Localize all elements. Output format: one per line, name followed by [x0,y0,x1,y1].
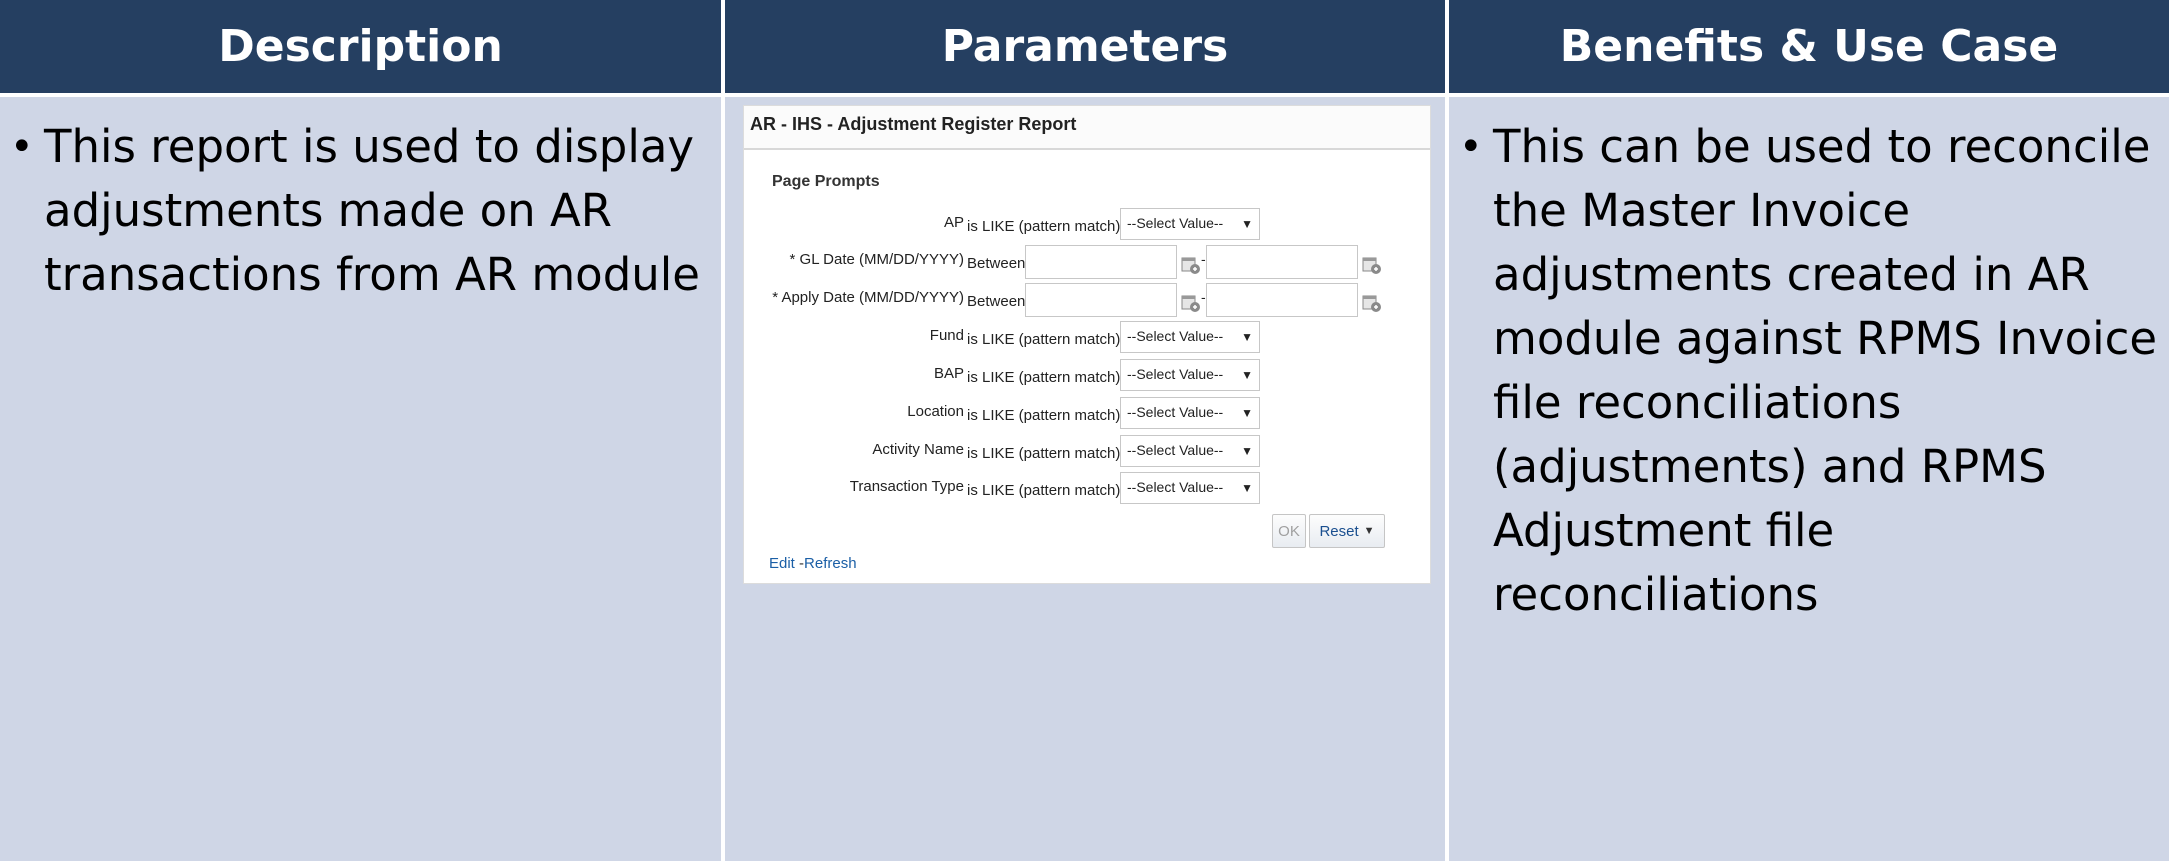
benefits-text: This can be used to reconcile the Master… [1493,120,2158,621]
refresh-link[interactable]: Refresh [804,555,857,572]
fund-select[interactable]: --Select Value-- ▼ [1120,321,1260,353]
ok-button[interactable]: OK [1272,514,1306,548]
report-prompts-panel: AR - IHS - Adjustment Register Report Pa… [743,105,1431,584]
select-value: --Select Value-- [1127,442,1224,458]
prompt-label: BAP [933,365,964,382]
range-dash: - [1201,251,1206,267]
calendar-icon[interactable] [1181,255,1201,275]
prompt-label: Transaction Type [849,478,964,495]
activity-name-select[interactable]: --Select Value-- ▼ [1120,435,1260,467]
prompt-operator: Between [967,293,1026,310]
report-title: AR - IHS - Adjustment Register Report [744,106,1430,150]
prompt-row-activity-name: Activity Name is LIKE (pattern match) --… [744,435,1432,469]
dropdown-arrow-icon: ▼ [1241,406,1253,420]
apply-date-from-input[interactable] [1025,283,1177,317]
prompt-operator: is LIKE (pattern match) [967,445,1121,462]
ap-select[interactable]: --Select Value-- ▼ [1120,208,1260,240]
dropdown-arrow-icon: ▼ [1241,444,1253,458]
range-dash: - [1201,289,1206,305]
edit-link[interactable]: Edit [769,555,795,572]
prompt-operator: is LIKE (pattern match) [967,407,1121,424]
header-parameters: Parameters [725,0,1445,93]
select-value: --Select Value-- [1127,404,1224,420]
report-links: Edit -Refresh [769,555,857,572]
transaction-type-select[interactable]: --Select Value-- ▼ [1120,472,1260,504]
prompt-row-ap: AP is LIKE (pattern match) --Select Valu… [744,208,1432,242]
reset-label: Reset [1319,522,1359,540]
prompt-label: Location [907,403,964,420]
select-value: --Select Value-- [1127,328,1224,344]
description-bullet: • This report is used to display adjustm… [10,115,721,307]
prompt-row-fund: Fund is LIKE (pattern match) --Select Va… [744,321,1432,355]
prompt-row-gl-date: * GL Date (MM/DD/YYYY) Between - [744,245,1432,279]
dropdown-arrow-icon: ▼ [1241,368,1253,382]
prompt-label: * GL Date (MM/DD/YYYY) [789,251,964,268]
description-list: • This report is used to display adjustm… [0,97,721,307]
prompt-operator: is LIKE (pattern match) [967,331,1121,348]
bullet-icon: • [10,124,34,170]
prompt-row-transaction-type: Transaction Type is LIKE (pattern match)… [744,472,1432,506]
benefits-list: • This can be used to reconcile the Mast… [1449,97,2169,627]
select-value: --Select Value-- [1127,366,1224,382]
benefits-cell: • This can be used to reconcile the Mast… [1449,97,2169,861]
location-select[interactable]: --Select Value-- ▼ [1120,397,1260,429]
header-description: Description [0,0,721,93]
prompt-label: * Apply Date (MM/DD/YYYY) [772,289,964,306]
benefits-bullet: • This can be used to reconcile the Mast… [1459,115,2169,627]
header-benefits: Benefits & Use Case [1449,0,2169,93]
gl-date-from-input[interactable] [1025,245,1177,279]
bullet-icon: • [1459,124,1483,170]
calendar-icon[interactable] [1362,293,1382,313]
prompt-operator: Between [967,255,1026,272]
description-text: This report is used to display adjustmen… [44,120,700,301]
prompt-label: Activity Name [872,441,964,458]
reset-button[interactable]: Reset ▼ [1309,514,1385,548]
bap-select[interactable]: --Select Value-- ▼ [1120,359,1260,391]
prompt-row-bap: BAP is LIKE (pattern match) --Select Val… [744,359,1432,393]
prompt-operator: is LIKE (pattern match) [967,482,1121,499]
prompt-row-location: Location is LIKE (pattern match) --Selec… [744,397,1432,431]
select-value: --Select Value-- [1127,215,1224,231]
apply-date-to-input[interactable] [1206,283,1358,317]
prompt-operator: is LIKE (pattern match) [967,218,1121,235]
calendar-icon[interactable] [1362,255,1382,275]
prompt-row-apply-date: * Apply Date (MM/DD/YYYY) Between - [744,283,1432,317]
dropdown-arrow-icon: ▼ [1241,330,1253,344]
page-prompts-heading: Page Prompts [772,173,880,190]
prompt-label: AP [943,214,964,231]
select-value: --Select Value-- [1127,479,1224,495]
prompt-operator: is LIKE (pattern match) [967,369,1121,386]
chevron-down-icon: ▼ [1363,525,1375,537]
description-cell: • This report is used to display adjustm… [0,97,721,861]
dropdown-arrow-icon: ▼ [1241,217,1253,231]
dropdown-arrow-icon: ▼ [1241,481,1253,495]
prompt-label: Fund [929,327,964,344]
gl-date-to-input[interactable] [1206,245,1358,279]
calendar-icon[interactable] [1181,293,1201,313]
